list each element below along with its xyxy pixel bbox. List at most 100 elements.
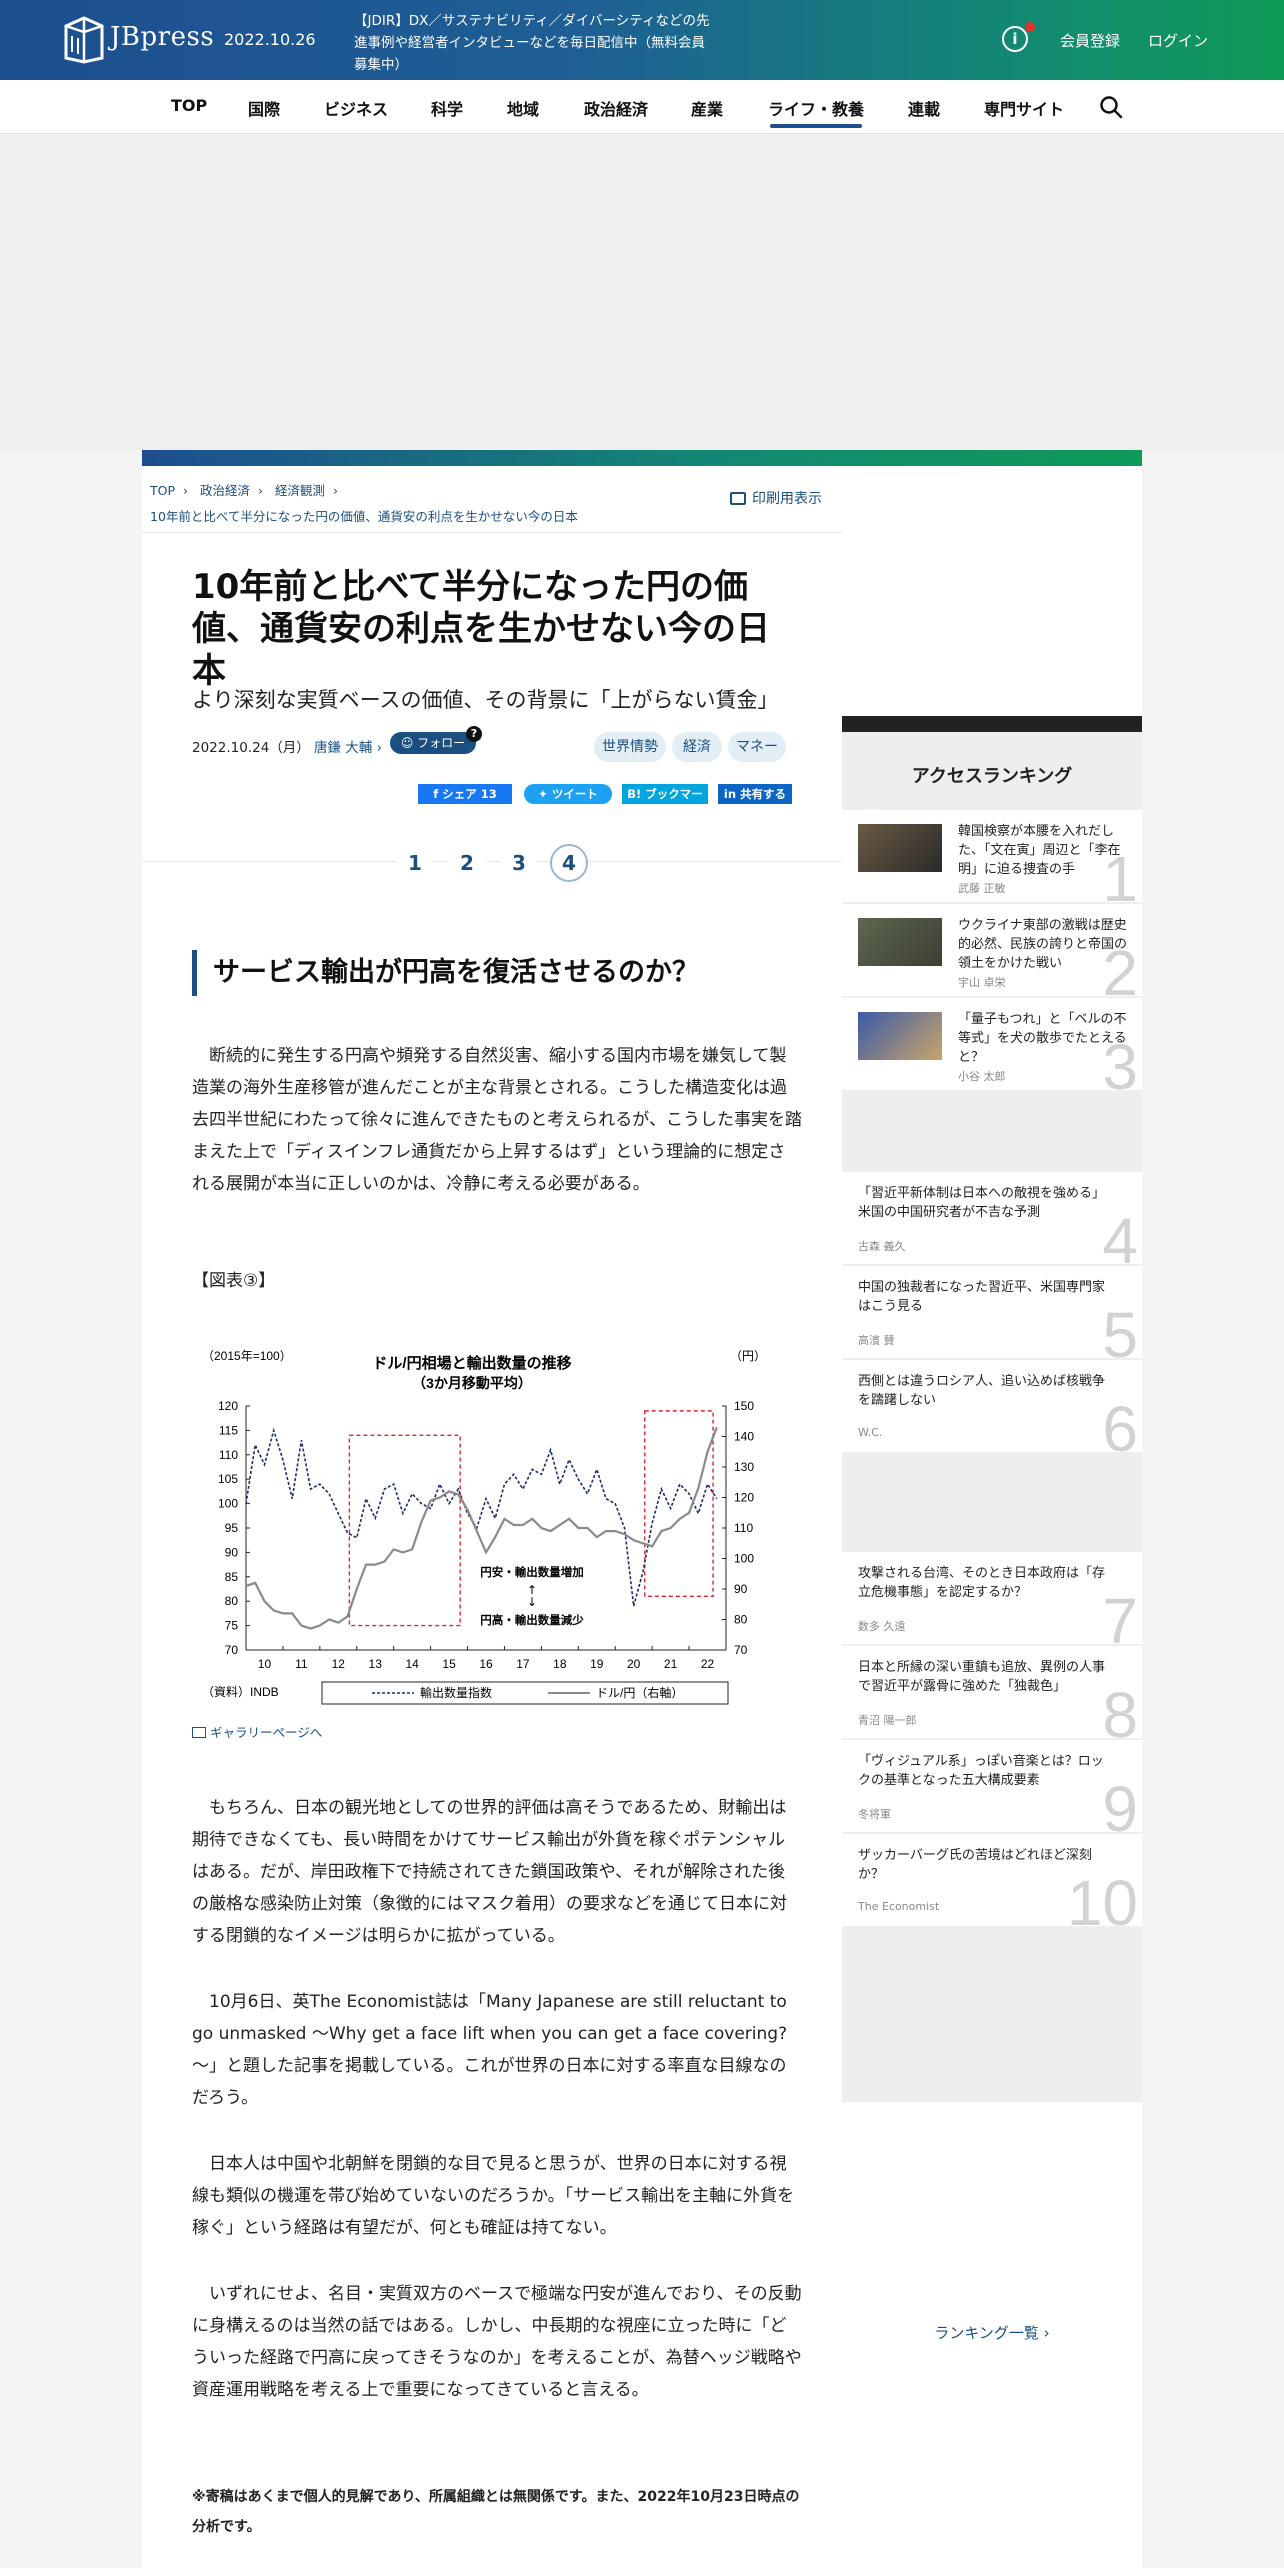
info-icon[interactable]: i [1002, 26, 1028, 52]
ranking-item[interactable]: ザッカーバーグ氏の苦境はどれほど深刻か？ The Economist 10 [842, 1834, 1142, 1926]
ranking-item[interactable]: 「ヴィジュアル系」っぽい音楽とは？ロックの基準となった五大構成要素 冬将軍 9 [842, 1740, 1142, 1832]
nav-politics-economy[interactable]: 政治経済 [584, 96, 648, 120]
page-1-link[interactable]: 1 [396, 844, 434, 882]
right-tick-label: 100 [734, 1552, 754, 1566]
nav-business[interactable]: ビジネス [324, 96, 388, 120]
nav-international[interactable]: 国際 [248, 96, 280, 120]
pagination-line [142, 861, 842, 862]
nav-special-sites[interactable]: 専門サイト [984, 96, 1064, 120]
ranking-item-title: 西側とは違うロシア人、追い込めば核戦争を躊躇しない [858, 1374, 1106, 1408]
image-icon [192, 1727, 206, 1738]
x-tick-label: 11 [295, 1657, 308, 1671]
ranking-item-author: 小谷 太郎 [958, 1070, 1006, 1083]
facebook-share-count: 13 [480, 787, 497, 801]
breadcrumb-economic-watch[interactable]: 経済観測 [275, 483, 325, 498]
ranking-number: 6 [1102, 1393, 1138, 1452]
search-icon[interactable] [1098, 94, 1124, 120]
right-tick-label: 130 [734, 1460, 754, 1474]
ranking-title: アクセスランキング [911, 766, 1073, 787]
paragraph: 10月6日、英The Economist誌は「Many Japanese are… [192, 1992, 788, 2108]
right-tick-label: 90 [734, 1582, 748, 1596]
ranking-item[interactable]: 攻撃される台湾、そのとき日本政府は「存立危機事態」を認定するか？ 数多 久遠 7 [842, 1552, 1142, 1644]
print-label: 印刷用表示 [752, 491, 822, 507]
x-tick-label: 12 [332, 1657, 346, 1671]
x-tick-label: 10 [258, 1657, 272, 1671]
annotation-down: 円高・輸出数量減少 [480, 1613, 584, 1627]
article-title: 10年前と比べて半分になった円の価値、通貨安の利点を生かせない今の日本 [192, 567, 770, 691]
linkedin-share-button[interactable]: in 共有する [718, 784, 792, 804]
ranking-item[interactable]: ウクライナ東部の激戦は歴史的必然、民族の誇りと帝国の領土をかけた戦い 宇山 卓栄 2 [842, 904, 1142, 996]
gallery-link[interactable]: ギャラリーページへ [192, 1722, 322, 1741]
tag-money[interactable]: マネー [728, 732, 786, 762]
dollar-yen-export-chart[interactable]: ドル/円相場と輸出数量の推移 （3か月移動平均） （2015年=100） （円） 70 7… [202, 1346, 822, 1716]
header-date: 2022.10.26 [224, 30, 316, 49]
right-axis-label: （円） [730, 1349, 766, 1363]
ranking-item-author: 古森 義久 [858, 1240, 906, 1253]
twitter-share-button[interactable]: ✦ ツイート [524, 784, 612, 804]
author-name: 唐鎌 大輔 [314, 740, 373, 756]
logo-text[interactable]: JBpress [110, 22, 214, 52]
left-tick-label: 85 [225, 1570, 239, 1584]
register-link[interactable]: 会員登録 [1060, 30, 1120, 51]
ranking-item[interactable]: 中国の独裁者になった習近平、米国専門家はこう見る 高濱 賛 5 [842, 1266, 1142, 1358]
tag-economy[interactable]: 経済 [672, 732, 722, 762]
ranking-number: 9 [1102, 1773, 1138, 1832]
ranking-number: 7 [1102, 1585, 1138, 1644]
login-link[interactable]: ログイン [1148, 30, 1208, 51]
left-tick-label: 110 [219, 1448, 238, 1462]
tag-world-affairs[interactable]: 世界情勢 [594, 732, 666, 762]
ranking-item[interactable]: 韓国検察が本腰を入れだした、「文在寅」周辺と「李在明」に迫る捜査の手 武藤 正敏 1 [842, 810, 1142, 902]
page-3-link[interactable]: 3 [500, 844, 538, 882]
twitter-share-label: ツイート [551, 787, 598, 801]
follow-button[interactable]: ☺ フォロー [390, 732, 476, 754]
author-link[interactable]: 唐鎌 大輔 › [314, 736, 382, 756]
paragraph: 断続的に発生する円高や頻発する自然災害、縮小する国内市場を嫌気して製造業の海外生… [192, 1046, 802, 1194]
breadcrumb-separator: › [258, 483, 264, 498]
legend-label-export-volume: 輸出数量指数 [420, 1685, 492, 1700]
ranking-number: 3 [1102, 1031, 1138, 1090]
nav-life-culture[interactable]: ライフ・教養 [768, 96, 864, 120]
ranking-item-author: 高濱 賛 [858, 1334, 895, 1347]
x-tick-label: 20 [627, 1657, 641, 1671]
page-4-current[interactable]: 4 [550, 844, 588, 882]
breadcrumb-politics-economy[interactable]: 政治経済 [200, 483, 250, 498]
x-tick-label: 18 [553, 1657, 567, 1671]
annotation-up: 円安・輸出数量増加 [480, 1565, 584, 1579]
promo-banner-text[interactable]: 【JDIR】DX／サステナビリティ／ダイバーシティなどの先進事例や経営者インタビ… [354, 10, 714, 76]
left-tick-label: 120 [218, 1399, 238, 1413]
ranking-item-author: W.C. [858, 1426, 883, 1439]
jbpress-logo-icon[interactable] [62, 16, 106, 64]
ranking-item[interactable]: 「習近平新体制は日本への敵視を強める」米国の中国研究者が不吉な予測 古森 義久 4 [842, 1172, 1142, 1264]
ranking-item[interactable]: 日本と所縁の深い重鎮も追放、異例の人事で習近平が露骨に強めた「独裁色」 青沼 陽一… [842, 1646, 1142, 1738]
print-button[interactable]: 印刷用表示 [730, 488, 822, 508]
author-note: ※寄稿はあくまで個人的見解であり、所属組織とは無関係です。また、2022年10月… [192, 2489, 800, 2535]
ranking-item[interactable]: 「量子もつれ」と「ベルの不等式」を犬の散歩でたとえると？ 小谷 太郎 3 [842, 998, 1142, 1090]
paragraph: 日本人は中国や北朝鮮を閉鎖的な目で見ると思うが、世界の日本に対する視線も類似の機… [192, 2154, 795, 2238]
nav-science[interactable]: 科学 [431, 96, 463, 120]
nav-industry[interactable]: 産業 [691, 96, 723, 120]
chart-title: ドル/円相場と輸出数量の推移 [372, 1354, 571, 1372]
ranking-number: 1 [1102, 843, 1138, 902]
left-tick-label: 100 [218, 1497, 238, 1511]
page-2-link[interactable]: 2 [448, 844, 486, 882]
facebook-share-button[interactable]: f シェア 13 [418, 784, 512, 804]
x-tick-label: 13 [369, 1657, 383, 1671]
x-tick-label: 17 [516, 1657, 530, 1671]
sidebar: アクセスランキング ランキング一覧 › 韓国検察が本腰を入れだした、「文在寅」周… [842, 466, 1142, 2568]
breadcrumb-top[interactable]: TOP [150, 483, 175, 498]
hatena-bookmark-button[interactable]: B! ブックマーク [622, 784, 708, 821]
ranking-item[interactable]: 西側とは違うロシア人、追い込めば核戦争を躊躇しない W.C. 6 [842, 1360, 1142, 1452]
figure-label: 【図表③】 [192, 1271, 276, 1291]
ranking-list-link[interactable]: ランキング一覧 › [842, 2322, 1142, 2343]
help-icon[interactable]: ? [466, 726, 482, 742]
nav-series[interactable]: 連載 [908, 96, 940, 120]
nav-top[interactable]: TOP [171, 96, 207, 115]
breadcrumb-separator: › [333, 483, 339, 498]
sidebar-header-bar [842, 716, 1142, 732]
right-tick-label: 110 [734, 1521, 753, 1535]
nav-region[interactable]: 地域 [507, 96, 539, 120]
ranking-item-title: 「ヴィジュアル系」っぽい音楽とは？ロックの基準となった五大構成要素 [858, 1754, 1104, 1788]
paragraph: もちろん、日本の観光地としての世界的評価は高そうであるため、財輸出は期待できなく… [192, 1798, 787, 1946]
left-tick-label: 75 [225, 1619, 239, 1633]
ranking-number: 4 [1102, 1205, 1138, 1264]
